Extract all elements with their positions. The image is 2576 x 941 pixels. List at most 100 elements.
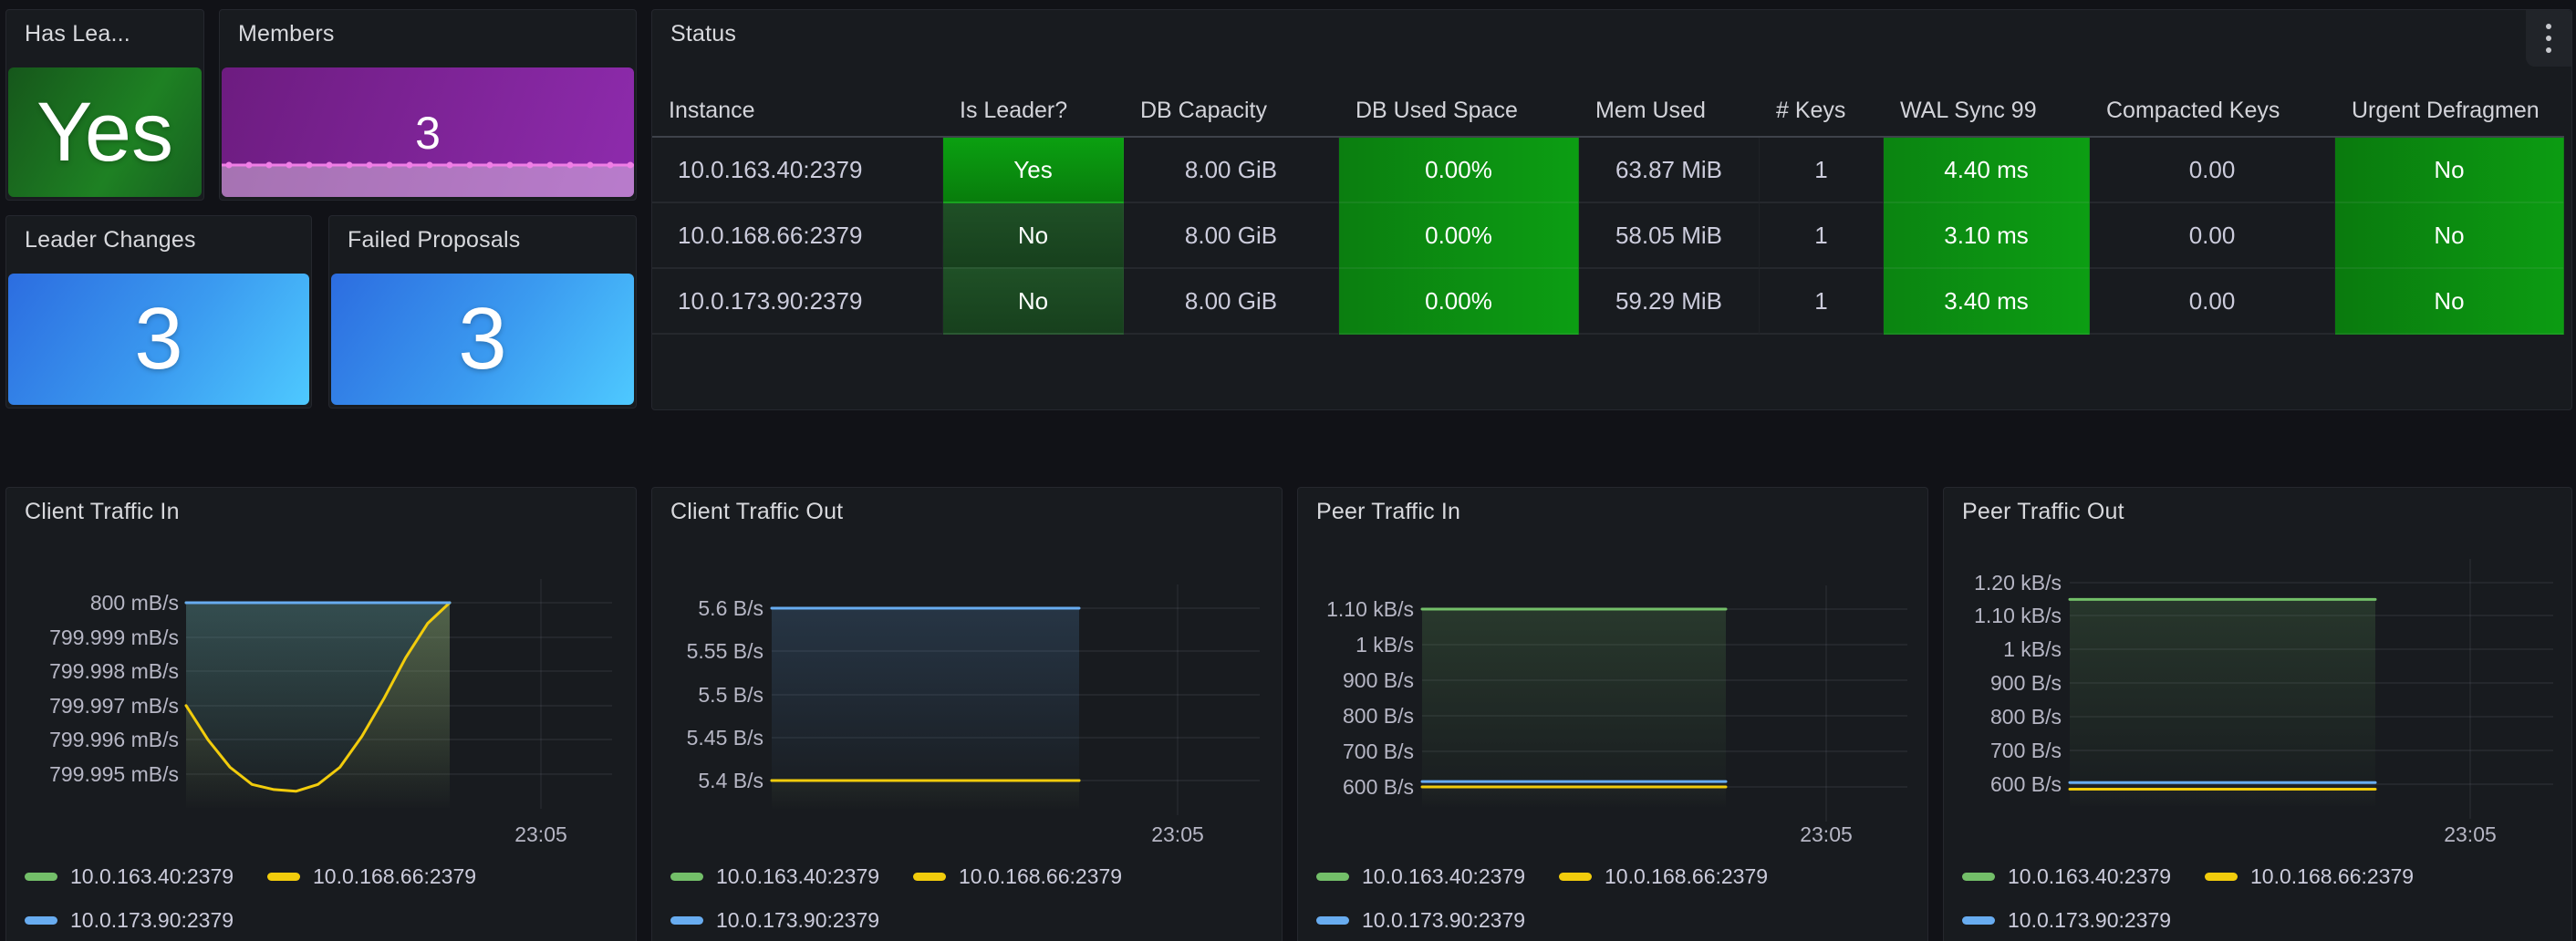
legend-label[interactable]: 10.0.173.90:2379 <box>1362 908 1525 933</box>
panel-client-traffic-out: Client Traffic Out 5.6 B/s 5.55 B/s 5.5 … <box>651 487 1283 941</box>
y-tick: 1.20 kB/s <box>1974 570 2062 595</box>
y-tick: 800 mB/s <box>90 590 179 615</box>
cell-mem-used: 58.05 MiB <box>1579 203 1760 269</box>
cell-db-used: 0.00% <box>1339 203 1579 269</box>
legend-label[interactable]: 10.0.168.66:2379 <box>959 864 1122 889</box>
legend-label[interactable]: 10.0.168.66:2379 <box>2250 864 2414 889</box>
legend-item[interactable]: 10.0.168.66:2379 <box>913 863 1122 889</box>
panel-title-has-leader[interactable]: Has Lea... <box>25 21 130 47</box>
legend-label[interactable]: 10.0.163.40:2379 <box>716 864 879 889</box>
y-tick: 800 B/s <box>1343 703 1414 729</box>
legend-item[interactable]: 10.0.163.40:2379 <box>1962 863 2171 889</box>
legend-label[interactable]: 10.0.168.66:2379 <box>313 864 476 889</box>
legend-item[interactable]: 10.0.163.40:2379 <box>25 863 234 889</box>
series-color-pill <box>1316 873 1349 881</box>
legend-label[interactable]: 10.0.173.90:2379 <box>716 908 879 933</box>
panel-title-failed-proposals[interactable]: Failed Proposals <box>348 227 520 253</box>
legend-item[interactable]: 10.0.163.40:2379 <box>670 863 879 889</box>
cell-db-capacity: 8.00 GiB <box>1124 203 1339 269</box>
y-tick: 799.999 mB/s <box>49 625 179 650</box>
legend-item[interactable]: 10.0.173.90:2379 <box>670 907 879 933</box>
y-tick: 600 B/s <box>1343 774 1414 800</box>
y-tick: 1 kB/s <box>2003 636 2062 662</box>
leader-changes-stat-background: 3 <box>8 274 309 405</box>
cell-compacted: 0.00 <box>2090 269 2335 335</box>
col-header-instance[interactable]: Instance <box>652 84 943 138</box>
x-tick: 23:05 <box>1123 822 1232 847</box>
panel-title-status[interactable]: Status <box>670 21 736 47</box>
series-color-pill <box>1316 916 1349 925</box>
legend-label[interactable]: 10.0.163.40:2379 <box>2008 864 2171 889</box>
legend-row: 10.0.173.90:2379 <box>652 907 1282 933</box>
col-header-urgent-defrag[interactable]: Urgent Defragmen <box>2335 84 2564 138</box>
legend-row: 10.0.173.90:2379 <box>1298 907 1927 933</box>
cell-keys: 1 <box>1760 203 1884 269</box>
cell-urgent-defrag: No <box>2335 269 2564 335</box>
has-leader-value: Yes <box>36 90 173 174</box>
legend-label[interactable]: 10.0.163.40:2379 <box>70 864 234 889</box>
y-tick: 5.4 B/s <box>698 768 763 793</box>
panel-peer-traffic-in: Peer Traffic In 1.10 kB/s 1 kB/s 900 B/s… <box>1297 487 1928 941</box>
cell-db-capacity: 8.00 GiB <box>1124 138 1339 203</box>
legend-item[interactable]: 10.0.168.66:2379 <box>267 863 476 889</box>
panel-menu-kebab-icon[interactable] <box>2526 10 2571 67</box>
cell-instance: 10.0.163.40:2379 <box>652 138 943 203</box>
panel-status: Status Instance Is Leader? DB Capacity D… <box>651 9 2572 410</box>
legend-label[interactable]: 10.0.168.66:2379 <box>1605 864 1768 889</box>
cell-db-capacity: 8.00 GiB <box>1124 269 1339 335</box>
y-tick: 799.998 mB/s <box>49 658 179 684</box>
legend-item[interactable]: 10.0.168.66:2379 <box>1559 863 1768 889</box>
panel-title-members[interactable]: Members <box>238 21 335 47</box>
legend-item[interactable]: 10.0.173.90:2379 <box>1316 907 1525 933</box>
col-header-mem-used[interactable]: Mem Used <box>1579 84 1760 138</box>
series-color-pill <box>670 873 703 881</box>
legend-item[interactable]: 10.0.163.40:2379 <box>1316 863 1525 889</box>
legend-item[interactable]: 10.0.173.90:2379 <box>25 907 234 933</box>
series-color-pill <box>1559 873 1592 881</box>
y-tick: 900 B/s <box>1343 667 1414 693</box>
table-row: 10.0.173.90:2379 No 8.00 GiB 0.00% 59.29… <box>652 269 2562 335</box>
y-tick: 1.10 kB/s <box>1326 596 1414 622</box>
has-leader-stat-background: Yes <box>8 67 202 197</box>
panel-members: Members 3 <box>219 9 637 201</box>
col-header-compacted-keys[interactable]: Compacted Keys <box>2090 84 2335 138</box>
cell-wal-sync: 4.40 ms <box>1884 138 2090 203</box>
y-tick: 799.996 mB/s <box>49 727 179 752</box>
cell-is-leader: No <box>943 269 1124 335</box>
legend-label[interactable]: 10.0.173.90:2379 <box>70 908 234 933</box>
col-header-wal-sync[interactable]: WAL Sync 99 <box>1884 84 2090 138</box>
col-header-keys[interactable]: # Keys <box>1760 84 1884 138</box>
cell-wal-sync: 3.10 ms <box>1884 203 2090 269</box>
y-tick: 1.10 kB/s <box>1974 603 2062 628</box>
cell-compacted: 0.00 <box>2090 138 2335 203</box>
x-tick: 23:05 <box>1771 822 1881 847</box>
cell-mem-used: 63.87 MiB <box>1579 138 1760 203</box>
cell-mem-used: 59.29 MiB <box>1579 269 1760 335</box>
y-tick: 5.5 B/s <box>698 682 763 708</box>
cell-db-used: 0.00% <box>1339 269 1579 335</box>
cell-is-leader: Yes <box>943 138 1124 203</box>
row-traffic: Traffic <box>0 412 821 485</box>
cell-instance: 10.0.173.90:2379 <box>652 269 943 335</box>
series-color-pill <box>2205 873 2238 881</box>
series-color-pill <box>1962 916 1995 925</box>
col-header-db-used-space[interactable]: DB Used Space <box>1339 84 1579 138</box>
col-header-is-leader[interactable]: Is Leader? <box>943 84 1124 138</box>
legend-row: 10.0.173.90:2379 <box>1944 907 2571 933</box>
legend-item[interactable]: 10.0.168.66:2379 <box>2205 863 2414 889</box>
legend-row: 10.0.163.40:2379 10.0.168.66:2379 <box>652 863 1282 889</box>
legend-label[interactable]: 10.0.173.90:2379 <box>2008 908 2171 933</box>
col-header-db-capacity[interactable]: DB Capacity <box>1124 84 1339 138</box>
panel-peer-traffic-out: Peer Traffic Out 1.20 kB/s 1.10 kB/s 1 k… <box>1943 487 2572 941</box>
y-tick: 600 B/s <box>1990 771 2062 797</box>
members-value: 3 <box>222 106 634 160</box>
y-tick: 5.6 B/s <box>698 595 763 621</box>
cell-wal-sync: 3.40 ms <box>1884 269 2090 335</box>
legend-label[interactable]: 10.0.163.40:2379 <box>1362 864 1525 889</box>
x-tick: 23:05 <box>486 822 596 847</box>
y-tick: 5.45 B/s <box>687 725 763 750</box>
status-table-header-row: Instance Is Leader? DB Capacity DB Used … <box>652 84 2562 138</box>
legend-item[interactable]: 10.0.173.90:2379 <box>1962 907 2171 933</box>
cell-compacted: 0.00 <box>2090 203 2335 269</box>
panel-title-leader-changes[interactable]: Leader Changes <box>25 227 196 253</box>
